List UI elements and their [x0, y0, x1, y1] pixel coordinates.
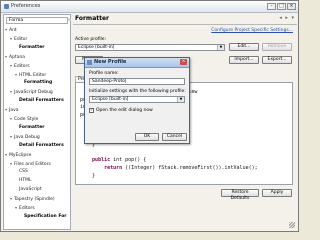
- tree-item[interactable]: ▾ Tapestry (Spindle): [10, 195, 55, 202]
- new-profile-dialog: New Profile × Profile name: Sandeep-Prot…: [84, 57, 190, 144]
- import-button[interactable]: Import...: [229, 56, 259, 64]
- profile-name-input[interactable]: Sandeep-Proto|: [89, 78, 185, 85]
- tree-item-label: Detail Formatters: [19, 98, 64, 104]
- code-line: return ((Integer) fStack.removeFirst()).…: [104, 165, 258, 171]
- tree-item[interactable]: ▾ Editors: [10, 62, 30, 69]
- tree-item-label: HTML: [19, 178, 32, 184]
- dialog-close-icon[interactable]: ×: [180, 59, 187, 65]
- chevron-down-icon: ▼: [217, 45, 224, 50]
- open-edit-checkbox[interactable]: ✓: [89, 108, 94, 113]
- dialog-title: New Profile: [94, 59, 127, 65]
- preference-tree-panel: Forma ▾ Ant ▾ Editor Formatter ▾ Aptana ▾ Editor…: [3, 14, 71, 230]
- dialog-title-bar[interactable]: New Profile ×: [85, 58, 189, 68]
- tree-item[interactable]: JavaScript: [15, 186, 42, 193]
- history-nav-icon[interactable]: ◂ ▸ ▾: [279, 15, 295, 21]
- tree-item[interactable]: ▾ Code Style: [10, 115, 38, 122]
- restore-defaults-button[interactable]: Restore Defaults: [221, 189, 259, 201]
- profile-name-label: Profile name:: [89, 71, 119, 76]
- title-bar[interactable]: Preferences – □ ×: [1, 1, 298, 13]
- tree-item[interactable]: CSS: [15, 168, 28, 175]
- app-icon: [4, 4, 9, 9]
- maximize-button[interactable]: □: [277, 3, 286, 10]
- tree-item-label: Detail Formatters: [19, 142, 64, 148]
- tree-item-label: Java Debug: [14, 134, 40, 140]
- tree-item-label: Formatting: [24, 80, 53, 86]
- tree-item-label: Code Style: [14, 117, 39, 122]
- init-settings-label: Initialize settings with the following p…: [89, 89, 186, 94]
- remove-button[interactable]: Remove: [262, 43, 292, 51]
- tree-item-label: Formatter: [19, 44, 45, 50]
- tree-item[interactable]: Formatting: [20, 79, 52, 86]
- edit-button[interactable]: Edit...: [229, 43, 259, 51]
- tree-item[interactable]: ▾ Editor: [10, 35, 27, 42]
- close-button[interactable]: ×: [287, 3, 296, 10]
- clear-filter-icon[interactable]: [68, 18, 71, 21]
- active-profile-select[interactable]: Eclipse [built-in] ▼: [75, 44, 225, 51]
- filter-input[interactable]: Forma: [6, 17, 68, 24]
- tree-item[interactable]: Detail Formatters: [15, 97, 64, 104]
- tree-item[interactable]: Formatter: [15, 124, 45, 131]
- tree-item-label: Files and Editors: [14, 161, 51, 167]
- tree-item[interactable]: ▾ Files and Editors: [10, 160, 51, 167]
- tree-item-label: Specification For: [24, 213, 67, 219]
- tree-item-label: Formatter: [19, 124, 45, 130]
- tree-item[interactable]: Specification For: [20, 213, 67, 220]
- tree-item[interactable]: ▾ Java Debug: [10, 133, 40, 140]
- cancel-button[interactable]: Cancel: [162, 133, 187, 141]
- tree-item-label: Aptana: [9, 54, 26, 60]
- tree-item-label: Editor: [14, 36, 28, 42]
- tree-item-label: Editors: [14, 63, 30, 69]
- ok-button[interactable]: OK: [135, 133, 159, 141]
- tree-item[interactable]: ▾ HTML Editor: [15, 71, 46, 78]
- code-line: public int pop() {: [92, 157, 147, 164]
- tree-item[interactable]: HTML: [15, 177, 32, 184]
- window-title: Preferences: [11, 3, 41, 9]
- divider: [73, 24, 297, 25]
- tree-item[interactable]: ▾ Aptana: [5, 53, 25, 60]
- tree-item[interactable]: ▾ JavaScript Debug: [10, 88, 53, 95]
- init-profile-value: Eclipse [built-in]: [92, 97, 129, 102]
- tree-item-label: JavaScript Debug: [14, 90, 53, 96]
- tree-item-label: JavaScript: [19, 187, 42, 193]
- tree-item-label: HTML Editor: [19, 72, 47, 78]
- tree-item[interactable]: ▾ Java: [5, 106, 19, 113]
- minimize-button[interactable]: –: [267, 3, 276, 10]
- init-profile-select[interactable]: Eclipse [built-in] ▼: [89, 96, 185, 103]
- dialog-icon: [87, 60, 92, 65]
- open-edit-label: Open the edit dialog now: [96, 108, 153, 113]
- tree-item[interactable]: ▾ Editors: [15, 204, 35, 211]
- active-profile-label: Active profile:: [75, 37, 107, 42]
- apply-button[interactable]: Apply: [262, 189, 292, 197]
- tree-item[interactable]: Formatter: [15, 44, 45, 51]
- tree-item[interactable]: Detail Formatters: [15, 142, 64, 149]
- tree-item-label: Ant: [9, 28, 17, 33]
- resize-grip-icon[interactable]: [289, 222, 295, 228]
- export-button[interactable]: Export...: [262, 56, 292, 64]
- active-profile-value: Eclipse [built-in]: [78, 45, 115, 50]
- chevron-down-icon: ▼: [177, 97, 184, 102]
- project-settings-link[interactable]: Configure Project Specific Settings...: [211, 28, 293, 33]
- page-title: Formatter: [75, 15, 110, 22]
- tree-item-label: Editors: [19, 206, 35, 211]
- code-line: }: [80, 172, 96, 179]
- tree-item-label: Java: [9, 108, 19, 114]
- tree-item[interactable]: ▾ MyEclipse: [5, 151, 31, 158]
- tree-item-label: Tapestry (Spindle): [14, 197, 55, 203]
- tree-item-label: MyEclipse: [9, 152, 32, 158]
- tree-item-label: CSS: [19, 169, 28, 175]
- tree-item[interactable]: ▾ Ant: [5, 26, 17, 33]
